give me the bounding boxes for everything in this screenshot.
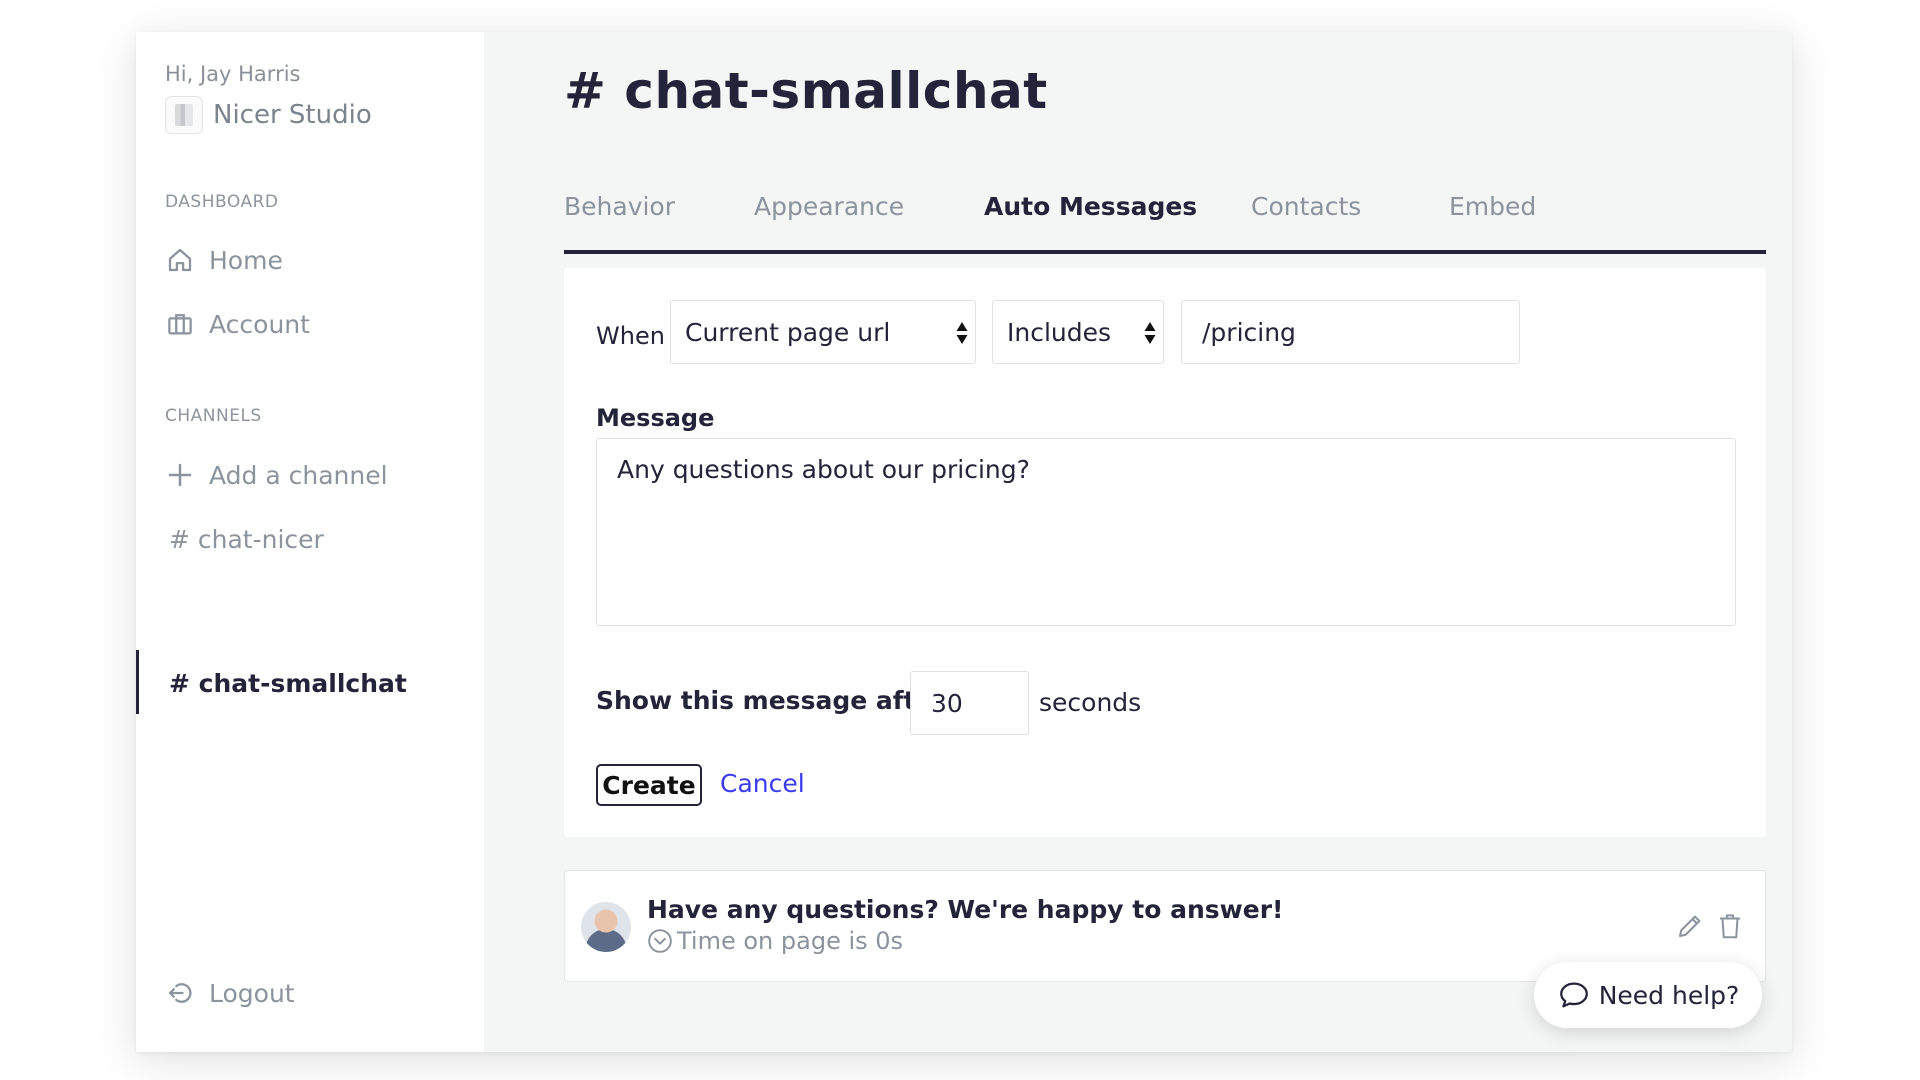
channel-label: # chat-smallchat: [169, 668, 407, 698]
org-logo: [165, 96, 203, 134]
home-icon: [168, 248, 192, 272]
app-window: Hi, Jay Harris Nicer Studio DASHBOARD Ho…: [136, 32, 1792, 1052]
sidebar-item-label: Home: [209, 245, 283, 275]
dashboard-section-label: DASHBOARD: [165, 192, 279, 212]
need-help-button[interactable]: Need help?: [1534, 962, 1762, 1028]
org-name: Nicer Studio: [213, 100, 372, 130]
auto-message-trigger-text: Time on page is 0s: [677, 927, 904, 955]
sidebar-item-chat-nicer[interactable]: # chat-nicer: [165, 509, 483, 569]
message-textarea[interactable]: Any questions about our pricing?: [596, 438, 1736, 626]
avatar: [581, 902, 631, 952]
tab-contacts[interactable]: Contacts: [1251, 192, 1361, 221]
logout-icon: [168, 983, 192, 1003]
auto-message-form: When Current page url Includes /pricing …: [564, 268, 1766, 837]
channel-label: # chat-nicer: [169, 524, 324, 554]
plus-icon: [168, 463, 192, 487]
chat-bubble-icon: [1559, 982, 1588, 1008]
condition-field-value: Current page url: [685, 317, 891, 347]
main-content: # chat-smallchat Behavior Appearance Aut…: [484, 32, 1792, 1052]
page-title: # chat-smallchat: [564, 62, 1048, 120]
delay-input[interactable]: 30: [910, 671, 1029, 735]
auto-message-trigger: Time on page is 0s: [647, 927, 903, 955]
when-label: When: [596, 322, 665, 350]
select-arrows-icon: [956, 322, 968, 344]
message-label: Message: [596, 404, 715, 432]
operator-value: Includes: [1007, 317, 1112, 347]
auto-message-text: Have any questions? We're happy to answe…: [647, 895, 1284, 924]
sidebar-item-home[interactable]: Home: [165, 230, 483, 290]
cancel-link[interactable]: Cancel: [720, 769, 805, 798]
condition-field-select[interactable]: Current page url: [670, 300, 976, 364]
org-switcher[interactable]: Nicer Studio: [165, 96, 372, 134]
sidebar-item-chat-smallchat[interactable]: # chat-smallchat: [165, 653, 483, 713]
add-channel-button[interactable]: Add a channel: [165, 445, 483, 505]
sidebar: Hi, Jay Harris Nicer Studio DASHBOARD Ho…: [136, 32, 484, 1052]
sidebar-item-account[interactable]: Account: [165, 294, 483, 354]
tab-auto-messages[interactable]: Auto Messages: [984, 192, 1197, 221]
condition-value-input[interactable]: /pricing: [1181, 300, 1520, 364]
clock-icon: [648, 929, 672, 953]
user-greeting: Hi, Jay Harris: [165, 62, 301, 86]
need-help-label: Need help?: [1598, 980, 1740, 1010]
tab-embed[interactable]: Embed: [1449, 192, 1536, 221]
create-button[interactable]: Create: [596, 764, 702, 806]
add-channel-label: Add a channel: [209, 460, 388, 490]
settings-tabs: Behavior Appearance Auto Messages Contac…: [564, 182, 1766, 254]
logout-button[interactable]: Logout: [165, 963, 483, 1023]
logout-label: Logout: [209, 978, 295, 1008]
delay-unit-label: seconds: [1039, 688, 1142, 717]
active-channel-indicator: [136, 650, 139, 714]
briefcase-icon: [168, 314, 192, 335]
select-arrows-icon: [1144, 322, 1156, 344]
tab-behavior[interactable]: Behavior: [564, 192, 675, 221]
channels-section-label: CHANNELS: [165, 406, 262, 426]
sidebar-item-label: Account: [209, 309, 310, 339]
operator-select[interactable]: Includes: [992, 300, 1164, 364]
tab-appearance[interactable]: Appearance: [754, 192, 904, 221]
trash-icon[interactable]: [1715, 911, 1745, 941]
delay-label: Show this message after: [596, 686, 945, 715]
pencil-icon[interactable]: [1675, 911, 1705, 941]
